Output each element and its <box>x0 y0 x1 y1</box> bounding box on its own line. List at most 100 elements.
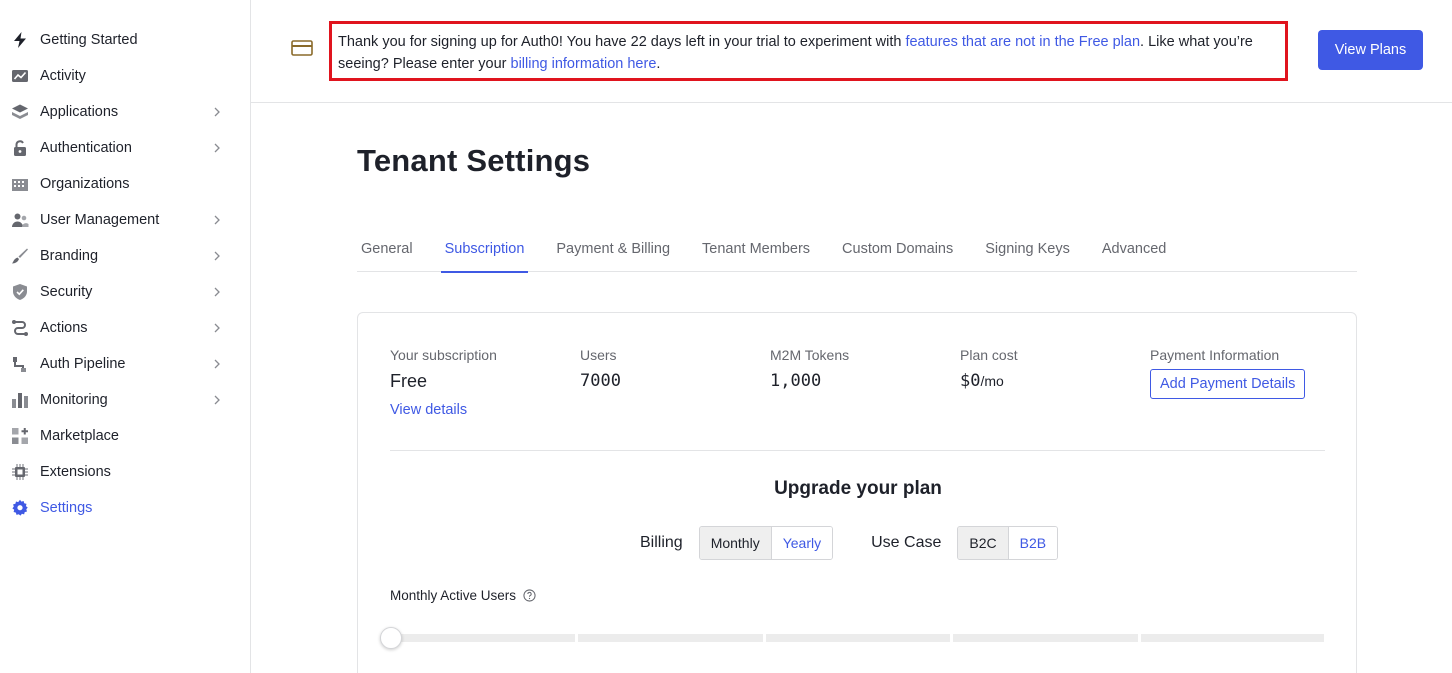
settings-tabs: General Subscription Payment & Billing T… <box>357 225 1357 273</box>
lock-icon <box>11 139 29 157</box>
sidebar-item-extensions[interactable]: Extensions <box>0 454 250 490</box>
pipeline-icon <box>11 355 29 373</box>
sidebar-item-activity[interactable]: Activity <box>0 58 250 94</box>
brush-icon <box>11 247 29 265</box>
trial-message-text: Thank you for signing up for Auth0! You … <box>338 34 906 50</box>
tab-custom-domains[interactable]: Custom Domains <box>838 225 957 272</box>
sidebar-item-label: Getting Started <box>40 32 138 48</box>
tab-signing-keys[interactable]: Signing Keys <box>981 225 1074 272</box>
plan-toggles: Billing Monthly Yearly Use Case B2C B2B <box>640 526 1059 560</box>
building-icon <box>11 175 29 193</box>
bar-chart-icon <box>11 391 29 409</box>
chevron-right-icon <box>214 215 220 225</box>
sidebar-item-label: Authentication <box>40 140 132 156</box>
chevron-right-icon <box>214 107 220 117</box>
billing-monthly-option[interactable]: Monthly <box>699 527 771 559</box>
billing-toggle: Monthly Yearly <box>698 526 834 560</box>
tab-advanced[interactable]: Advanced <box>1098 225 1171 272</box>
trial-banner: Thank you for signing up for Auth0! You … <box>251 0 1452 103</box>
add-payment-details-button[interactable]: Add Payment Details <box>1150 369 1306 399</box>
chevron-right-icon <box>214 287 220 297</box>
slider-segment <box>953 634 1138 642</box>
sidebar-item-authentication[interactable]: Authentication <box>0 130 250 166</box>
slider-segment <box>766 634 950 642</box>
sidebar-item-label: Applications <box>40 104 119 120</box>
chip-icon <box>11 463 29 481</box>
slider-segment <box>578 634 763 642</box>
help-icon[interactable] <box>523 589 536 602</box>
users-label: Users <box>580 347 617 363</box>
cost-amount: $0 <box>960 371 981 391</box>
usecase-toggle: B2C B2B <box>957 526 1059 560</box>
billing-yearly-option[interactable]: Yearly <box>770 527 833 559</box>
sidebar-item-user-management[interactable]: User Management <box>0 202 250 238</box>
sidebar-item-label: User Management <box>40 212 160 228</box>
cost-column: Plan cost $0/mo <box>960 347 1018 391</box>
grid-plus-icon <box>11 427 29 445</box>
sidebar-item-organizations[interactable]: Organizations <box>0 166 250 202</box>
tab-subscription[interactable]: Subscription <box>440 225 529 273</box>
sidebar-item-marketplace[interactable]: Marketplace <box>0 418 250 454</box>
sidebar-item-label: Extensions <box>40 464 111 480</box>
sidebar-item-label: Marketplace <box>40 428 119 444</box>
trial-message-text: . <box>656 56 661 72</box>
slider-segment <box>390 634 575 642</box>
chevron-right-icon <box>214 323 220 333</box>
sidebar-item-getting-started[interactable]: Getting Started <box>0 22 250 58</box>
credit-card-icon <box>291 40 313 56</box>
sidebar: Getting Started Activity Applications Au… <box>0 0 251 673</box>
sidebar-item-applications[interactable]: Applications <box>0 94 250 130</box>
subscription-card: Your subscription Free View details User… <box>357 312 1357 673</box>
plan-value: Free <box>390 371 428 391</box>
m2m-column: M2M Tokens 1,000 <box>770 347 849 391</box>
lightning-icon <box>11 31 29 49</box>
payment-column: Payment Information Add Payment Details <box>1150 347 1306 399</box>
users-column: Users 7000 <box>580 347 621 391</box>
view-plans-button[interactable]: View Plans <box>1318 30 1423 70</box>
billing-label: Billing <box>640 534 683 551</box>
sidebar-item-label: Settings <box>40 500 93 516</box>
features-link[interactable]: features that are not in the Free plan <box>905 34 1140 50</box>
chevron-right-icon <box>214 251 220 261</box>
slider-segment <box>1141 634 1324 642</box>
mau-label-row: Monthly Active Users <box>390 588 536 603</box>
usecase-b2c-option[interactable]: B2C <box>958 527 1008 559</box>
upgrade-title: Upgrade your plan <box>774 478 942 499</box>
mau-slider[interactable] <box>380 627 1324 649</box>
billing-info-link[interactable]: billing information here <box>511 56 657 72</box>
sidebar-item-actions[interactable]: Actions <box>0 310 250 346</box>
sidebar-item-security[interactable]: Security <box>0 274 250 310</box>
sidebar-item-label: Organizations <box>40 176 130 192</box>
activity-chart-icon <box>11 67 29 85</box>
cost-unit: /mo <box>980 373 1004 389</box>
tab-general[interactable]: General <box>357 225 417 272</box>
sidebar-nav: Getting Started Activity Applications Au… <box>0 0 250 526</box>
view-details-link[interactable]: View details <box>390 402 497 418</box>
sidebar-item-monitoring[interactable]: Monitoring <box>0 382 250 418</box>
sidebar-item-label: Auth Pipeline <box>40 356 126 372</box>
mau-label: Monthly Active Users <box>390 588 517 603</box>
sidebar-item-label: Monitoring <box>40 392 108 408</box>
gear-icon <box>11 499 29 517</box>
cost-label: Plan cost <box>960 347 1018 363</box>
chevron-right-icon <box>214 143 220 153</box>
sidebar-item-settings[interactable]: Settings <box>0 490 250 526</box>
tab-payment-billing[interactable]: Payment & Billing <box>552 225 674 272</box>
trial-message: Thank you for signing up for Auth0! You … <box>329 21 1288 81</box>
sidebar-item-auth-pipeline[interactable]: Auth Pipeline <box>0 346 250 382</box>
chevron-right-icon <box>214 395 220 405</box>
flow-icon <box>11 319 29 337</box>
sidebar-item-label: Security <box>40 284 93 300</box>
layers-icon <box>11 103 29 121</box>
usecase-b2b-option[interactable]: B2B <box>1007 527 1058 559</box>
users-value: 7000 <box>580 371 621 391</box>
sidebar-item-label: Actions <box>40 320 88 336</box>
m2m-value: 1,000 <box>770 371 822 391</box>
plan-column: Your subscription Free View details <box>390 347 497 418</box>
slider-thumb[interactable] <box>380 627 402 649</box>
page-title: Tenant Settings <box>357 143 591 178</box>
sidebar-item-branding[interactable]: Branding <box>0 238 250 274</box>
tab-tenant-members[interactable]: Tenant Members <box>698 225 814 272</box>
subscription-summary: Your subscription Free View details User… <box>390 347 1325 451</box>
users-icon <box>11 211 29 229</box>
